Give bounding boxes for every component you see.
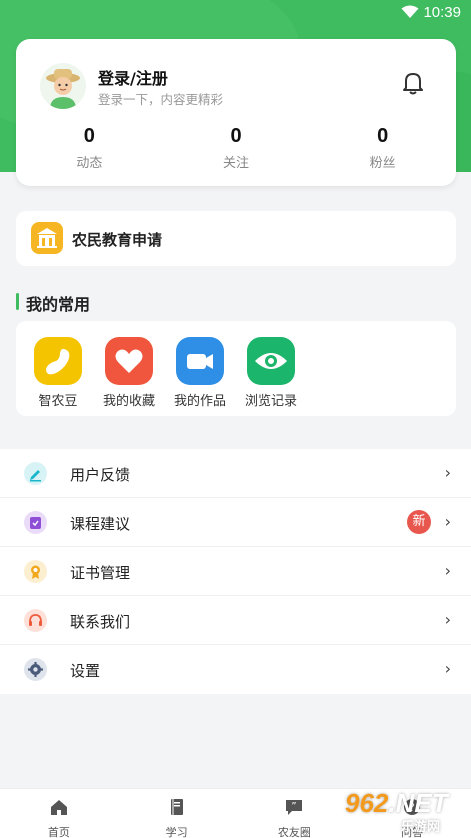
headset-icon [24,609,47,632]
login-register-link[interactable]: 登录/注册 [98,65,168,89]
wifi-icon [401,5,419,18]
menu-label: 课程建议 [70,515,131,533]
stat-followers[interactable]: 0 粉丝 [309,125,456,171]
home-icon [50,800,67,815]
suggestion-icon [24,511,47,534]
shortcut-favorites[interactable]: 我的收藏 [94,337,164,409]
shortcut-label: 浏览记录 [244,394,297,409]
stat-label: 粉丝 [369,156,396,171]
shortcut-label: 智农豆 [38,394,78,409]
avatar[interactable] [40,63,86,109]
chevron-right-icon: › [444,463,451,482]
bell-icon[interactable] [402,71,424,95]
stat-following[interactable]: 0 关注 [163,125,310,171]
svg-text:”: ” [292,801,297,812]
chevron-right-icon: › [444,561,451,580]
book-icon [170,799,183,815]
login-subtitle: 登录一下，内容更精彩 [98,92,224,107]
stat-value: 0 [83,125,95,147]
tab-label: 首页 [47,826,70,838]
watermark-logo: 962.NET 乐游网 [335,786,467,836]
section-title-common: 我的常用 [16,291,90,315]
menu-label: 证书管理 [70,564,131,582]
stat-value: 0 [377,125,389,147]
new-badge: 新 [407,510,431,534]
chevron-right-icon: › [444,659,451,678]
edit-icon [24,462,47,485]
profile-stats: 0 动态 0 关注 0 粉丝 [16,125,456,171]
eye-icon [247,337,295,385]
tab-home[interactable]: 首页 [0,789,118,838]
profile-card: 登录/注册 登录一下，内容更精彩 0 动态 0 关注 0 粉丝 [16,39,456,186]
menu-item-certificates[interactable]: 证书管理 › [0,547,471,596]
status-bar: 10:39 [0,0,471,24]
certificate-icon [24,560,47,583]
settings-menu: 用户反馈 › 课程建议 新 › 证书管理 › 联系我们 › 设置 › [0,449,471,694]
education-label: 农民教育申请 [72,231,163,249]
bean-icon [34,337,82,385]
shortcut-label: 我的作品 [173,394,226,409]
common-shortcuts: 智农豆 我的收藏 我的作品 浏览记录 [16,321,456,416]
shortcut-history[interactable]: 浏览记录 [236,337,306,409]
watermark-sub: 乐游网 [401,820,441,835]
stat-label: 关注 [223,156,250,171]
chevron-right-icon: › [444,512,451,531]
heart-icon [105,337,153,385]
farmer-avatar-icon [46,69,80,109]
tab-label: 学习 [165,826,188,838]
watermark-brand: 962.NET [345,788,448,818]
shortcut-zhinongdou[interactable]: 智农豆 [23,337,93,409]
school-icon [31,222,63,254]
status-time: 10:39 [423,4,461,21]
shortcut-works[interactable]: 我的作品 [165,337,235,409]
menu-item-settings[interactable]: 设置 › [0,645,471,694]
gear-icon [24,658,47,681]
stat-posts[interactable]: 0 动态 [16,125,163,171]
menu-item-contact-us[interactable]: 联系我们 › [0,596,471,645]
tab-study[interactable]: 学习 [118,789,236,838]
shortcut-label: 我的收藏 [102,394,155,409]
chevron-right-icon: › [444,610,451,629]
menu-label: 用户反馈 [70,466,131,484]
menu-label: 设置 [70,662,101,680]
stat-value: 0 [230,125,242,147]
menu-item-course-suggestion[interactable]: 课程建议 新 › [0,498,471,547]
menu-item-feedback[interactable]: 用户反馈 › [0,449,471,498]
menu-label: 联系我们 [70,613,131,631]
farmer-education-application[interactable]: 农民教育申请 [16,211,456,266]
chat-icon: ” [286,800,303,815]
stat-label: 动态 [76,156,103,171]
video-camera-icon [176,337,224,385]
